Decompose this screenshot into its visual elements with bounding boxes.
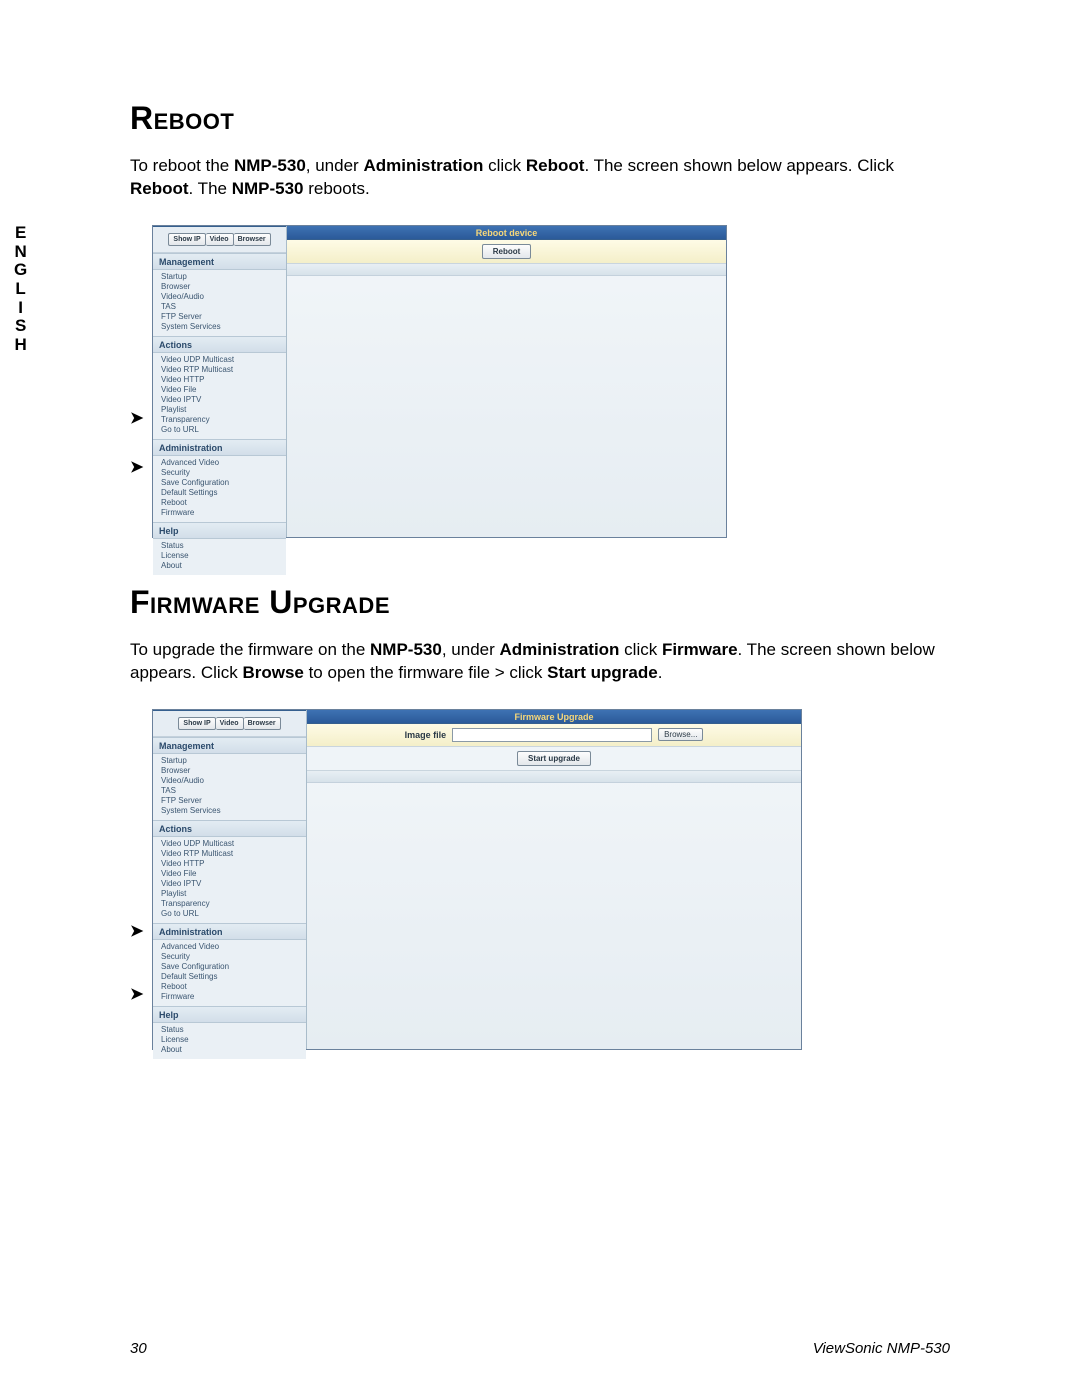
sidebar-item[interactable]: Reboot: [161, 498, 286, 508]
panel-title: Reboot device: [287, 226, 726, 240]
language-tab: ENGLISH: [14, 224, 28, 355]
sidebar-head-management: Management: [153, 253, 286, 270]
sidebar-item[interactable]: Transparency: [161, 899, 306, 909]
sidebar-item[interactable]: Save Configuration: [161, 962, 306, 972]
sidebar-item[interactable]: Advanced Video: [161, 942, 306, 952]
sidebar-item[interactable]: Video UDP Multicast: [161, 355, 286, 365]
panel-title: Firmware Upgrade: [307, 710, 801, 724]
sidebar-item[interactable]: Video File: [161, 869, 306, 879]
sidebar-item[interactable]: Playlist: [161, 889, 306, 899]
sidebar-head-actions: Actions: [153, 336, 286, 353]
para-reboot: To reboot the NMP-530, under Administrat…: [130, 155, 950, 201]
arrow-icon: ➤: [130, 921, 143, 941]
sidebar-item[interactable]: Video/Audio: [161, 292, 286, 302]
sidebar-head-admin: Administration: [153, 439, 286, 456]
screenshot-firmware: ➤ ➤ Show IP Video Browser Management Sta…: [130, 709, 950, 1050]
sidebar-item[interactable]: Video IPTV: [161, 879, 306, 889]
sidebar-head-help: Help: [153, 1006, 306, 1023]
sidebar-head-admin: Administration: [153, 923, 306, 940]
sidebar-item[interactable]: Video RTP Multicast: [161, 849, 306, 859]
sidebar-item[interactable]: Default Settings: [161, 488, 286, 498]
sidebar-item[interactable]: Video File: [161, 385, 286, 395]
sidebar-item[interactable]: About: [161, 561, 286, 571]
sidebar-item[interactable]: About: [161, 1045, 306, 1055]
arrow-icon: ➤: [130, 457, 143, 477]
sidebar-item[interactable]: Firmware: [161, 992, 306, 1002]
sidebar-item[interactable]: Transparency: [161, 415, 286, 425]
sidebar-item[interactable]: Save Configuration: [161, 478, 286, 488]
sidebar-item[interactable]: Browser: [161, 766, 306, 776]
arrow-icon: ➤: [130, 984, 143, 1004]
sidebar-item[interactable]: Video/Audio: [161, 776, 306, 786]
sidebar-item[interactable]: Go to URL: [161, 425, 286, 435]
sidebar-item[interactable]: Firmware: [161, 508, 286, 518]
sidebar-item[interactable]: FTP Server: [161, 796, 306, 806]
sidebar-item[interactable]: License: [161, 551, 286, 561]
sidebar-item[interactable]: Reboot: [161, 982, 306, 992]
page-number: 30: [130, 1340, 147, 1357]
sidebar-item[interactable]: Startup: [161, 756, 306, 766]
screenshot-reboot: ➤ ➤ Show IP Video Browser Management Sta…: [130, 225, 950, 538]
sidebar-item[interactable]: System Services: [161, 322, 286, 332]
sidebar-item[interactable]: Startup: [161, 272, 286, 282]
sidebar-item[interactable]: Advanced Video: [161, 458, 286, 468]
reboot-button[interactable]: Reboot: [482, 244, 532, 259]
sidebar-item[interactable]: Go to URL: [161, 909, 306, 919]
sidebar-head-help: Help: [153, 522, 286, 539]
sidebar-item[interactable]: Status: [161, 1025, 306, 1035]
start-upgrade-button[interactable]: Start upgrade: [517, 751, 591, 766]
sidebar-item[interactable]: Security: [161, 468, 286, 478]
sidebar-item[interactable]: Video HTTP: [161, 375, 286, 385]
video-button[interactable]: Video: [206, 233, 234, 246]
para-firmware: To upgrade the firmware on the NMP-530, …: [130, 639, 950, 685]
sidebar-item[interactable]: FTP Server: [161, 312, 286, 322]
sidebar-item[interactable]: Video RTP Multicast: [161, 365, 286, 375]
arrow-icon: ➤: [130, 408, 143, 428]
sidebar-item[interactable]: Status: [161, 541, 286, 551]
sidebar-head-management: Management: [153, 737, 306, 754]
video-button[interactable]: Video: [216, 717, 244, 730]
browser-button[interactable]: Browser: [234, 233, 271, 246]
show-ip-button[interactable]: Show IP: [168, 233, 205, 246]
sidebar-item[interactable]: Security: [161, 952, 306, 962]
browser-button[interactable]: Browser: [244, 717, 281, 730]
sidebar-item[interactable]: Video HTTP: [161, 859, 306, 869]
sidebar-item[interactable]: License: [161, 1035, 306, 1045]
sidebar-item[interactable]: Video IPTV: [161, 395, 286, 405]
show-ip-button[interactable]: Show IP: [178, 717, 215, 730]
footer-model: ViewSonic NMP-530: [813, 1340, 950, 1357]
sidebar-item[interactable]: System Services: [161, 806, 306, 816]
sidebar-item[interactable]: TAS: [161, 302, 286, 312]
heading-firmware: Firmware Upgrade: [130, 584, 950, 621]
browse-button[interactable]: Browse...: [658, 728, 703, 741]
heading-reboot: Reboot: [130, 100, 950, 137]
image-file-label: Image file: [405, 730, 447, 740]
image-file-input[interactable]: [452, 728, 652, 742]
sidebar-head-actions: Actions: [153, 820, 306, 837]
sidebar-item[interactable]: Video UDP Multicast: [161, 839, 306, 849]
sidebar-item[interactable]: Default Settings: [161, 972, 306, 982]
sidebar-item[interactable]: TAS: [161, 786, 306, 796]
sidebar-item[interactable]: Playlist: [161, 405, 286, 415]
sidebar-item[interactable]: Browser: [161, 282, 286, 292]
